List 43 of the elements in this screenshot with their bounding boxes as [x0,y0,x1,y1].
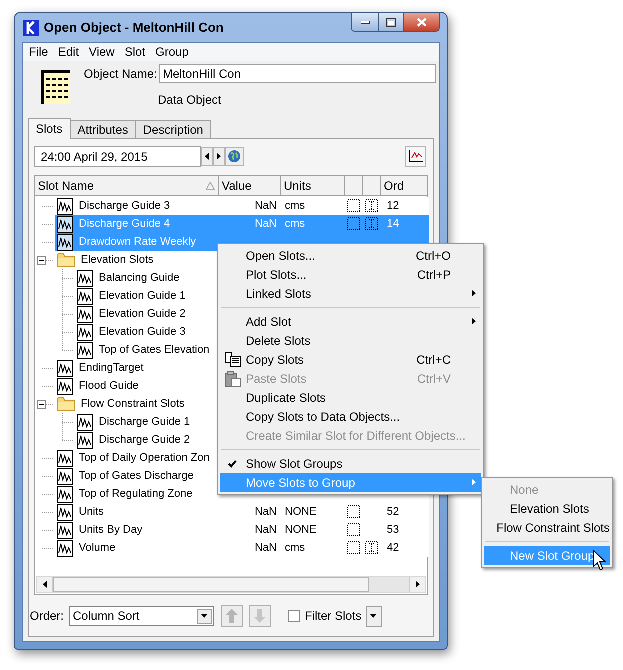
window-title: Open Object - MeltonHill Con [44,18,224,37]
shortcut-label: Ctrl+C [416,352,452,368]
shortcut-label: Ctrl+P [417,266,452,284]
table-cell: NaN [254,218,277,230]
slot-name: Elevation Guide 1 [99,288,186,304]
slot-name: Top of Daily Operation Zon [79,450,210,466]
slot-name: Discharge Guide 1 [99,414,190,430]
slot-name: Flow Constraint Slots [81,396,185,412]
shortcut-label: Ctrl+V [417,370,452,388]
table-cell: NONE [285,506,317,518]
table-cell: NONE [285,524,317,536]
object-type-label: Data Object [158,92,222,109]
table-cell: NaN [254,542,277,554]
slot-name: EndingTarget [79,360,144,376]
slot-name: Discharge Guide 3 [79,198,170,214]
table-cell: 14 [387,218,400,230]
slot-name: Flood Guide [79,378,139,394]
table-cell: NaN [254,200,277,212]
slot-name: Elevation Guide 3 [99,324,186,340]
order-label: Order: [30,608,64,625]
slot-name: Top of Gates Elevation [99,342,210,358]
table-cell: 53 [387,524,400,536]
slot-name: Balancing Guide [99,270,180,286]
slot-name: Elevation Guide 2 [99,306,186,322]
table-cell: 12 [387,200,400,212]
slot-name: Units [79,504,104,520]
slot-name: Drawdown Rate Weekly [79,234,196,250]
table-cell: 52 [387,506,400,518]
slot-name: Discharge Guide 2 [99,432,190,448]
table-cell: cms [285,218,306,230]
slot-name: Volume [79,540,116,556]
table-cell: NaN [254,506,277,518]
slot-name: Top of Gates Discharge [79,468,194,484]
slot-name: Elevation Slots [81,252,154,268]
field-label: Object Name: [84,66,158,82]
slot-name: Units By Day [79,522,143,538]
slot-name: Discharge Guide 4 [79,216,170,232]
table-cell: 42 [387,542,400,554]
table-cell: cms [285,542,306,554]
filter-label: Filter Slots [305,608,362,625]
table-cell: cms [285,200,306,212]
slot-name: Top of Regulating Zone [79,486,193,502]
table-cell: NaN [254,524,277,536]
